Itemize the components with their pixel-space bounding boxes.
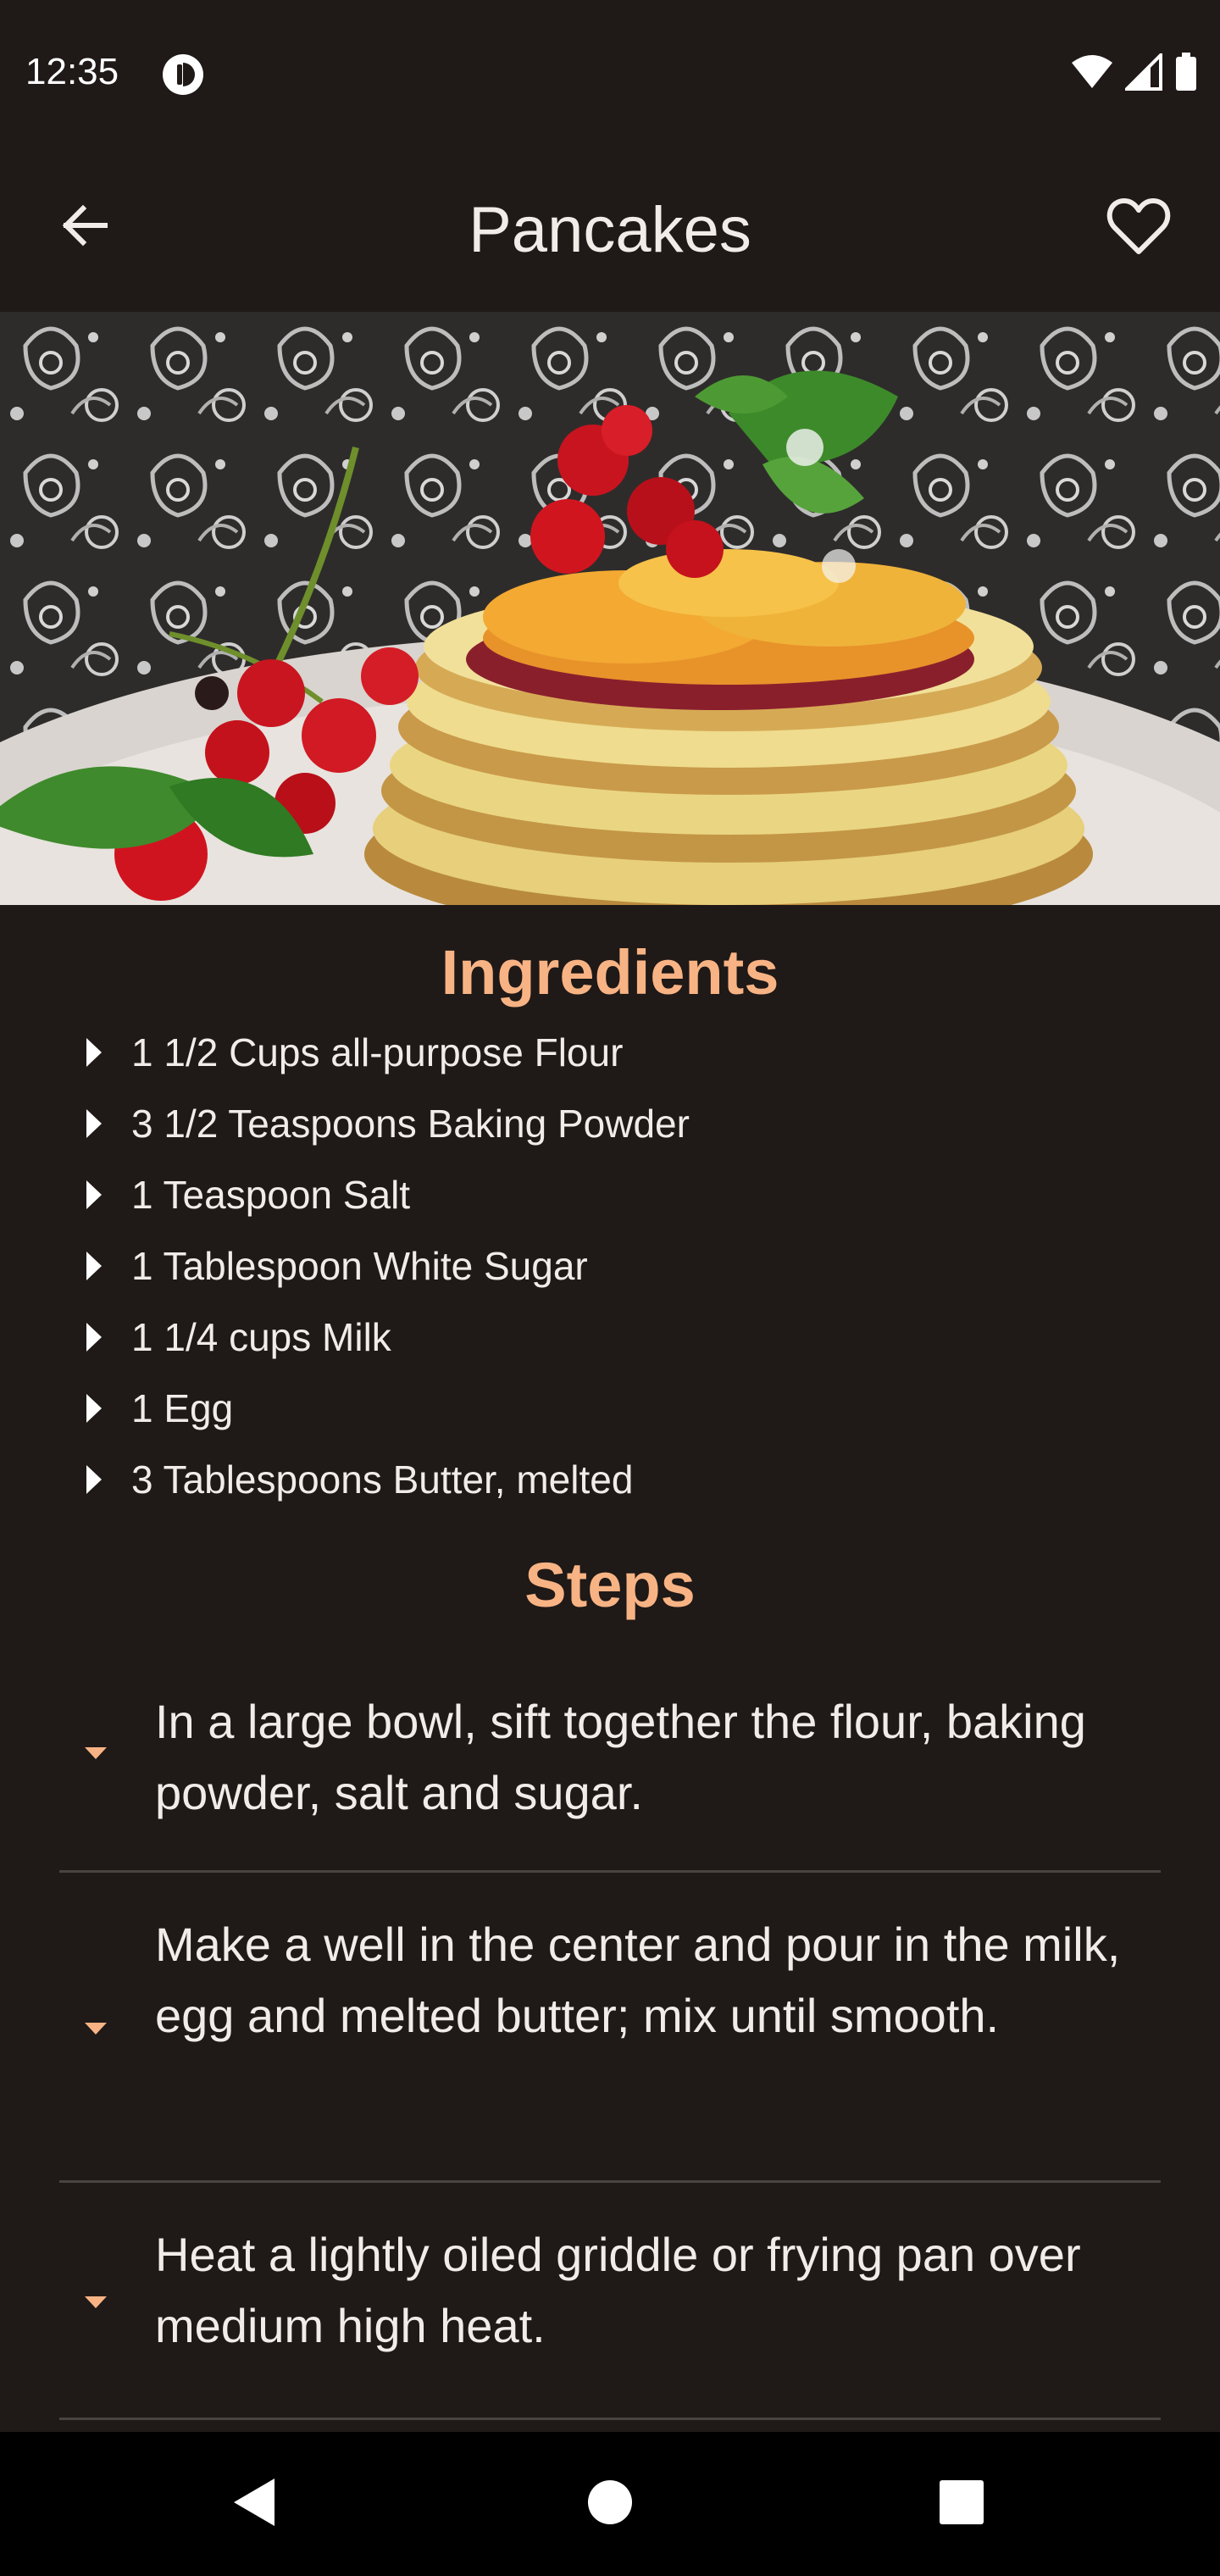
status-time: 12:35 (25, 51, 119, 92)
recipe-hero-image (0, 312, 1220, 905)
ingredient-item: 3 1/2 Teaspoons Baking Powder (0, 1088, 1220, 1159)
nav-back-button[interactable] (216, 2466, 292, 2542)
step-text: Heat a lightly oiled griddle or frying p… (155, 2228, 1081, 2352)
ingredient-text: 1 Egg (131, 1386, 234, 1430)
nav-home-button[interactable] (572, 2466, 648, 2542)
status-bar: 12:35 (0, 0, 1220, 144)
step-item[interactable]: Heat a lightly oiled griddle or frying p… (59, 2183, 1161, 2420)
step-text: In a large bowl, sift together the flour… (155, 1695, 1086, 1819)
step-item[interactable]: In a large bowl, sift together the flour… (59, 1651, 1161, 1873)
ingredient-item: 3 Tablespoons Butter, melted (0, 1444, 1220, 1515)
bullet-triangle-icon (86, 1180, 102, 1209)
bullet-triangle-icon (86, 1323, 102, 1352)
wifi-icon (1071, 54, 1113, 94)
nav-recents-icon (939, 2479, 984, 2529)
caret-down-icon (85, 2023, 107, 2035)
ingredient-item: 1 Egg (0, 1373, 1220, 1444)
bullet-triangle-icon (86, 1252, 102, 1280)
nav-home-icon (586, 2479, 634, 2530)
ingredient-text: 3 1/2 Teaspoons Baking Powder (131, 1102, 690, 1146)
bullet-triangle-icon (86, 1465, 102, 1494)
ingredient-item: 1 Teaspoon Salt (0, 1159, 1220, 1230)
ingredient-text: 1 Tablespoon White Sugar (131, 1244, 588, 1288)
ingredient-text: 1 Teaspoon Salt (131, 1173, 411, 1217)
bullet-triangle-icon (86, 1394, 102, 1423)
caret-down-icon (85, 1747, 107, 1759)
favorite-button[interactable] (1105, 195, 1173, 263)
ingredient-text: 1 1/4 cups Milk (131, 1315, 391, 1359)
ingredients-list: 1 1/2 Cups all-purpose Flour 3 1/2 Teasp… (0, 1017, 1220, 1515)
bullet-triangle-icon (86, 1038, 102, 1067)
ingredient-item: 1 1/2 Cups all-purpose Flour (0, 1017, 1220, 1088)
ingredient-text: 3 Tablespoons Butter, melted (131, 1457, 634, 1502)
ingredient-text: 1 1/2 Cups all-purpose Flour (131, 1030, 624, 1074)
step-text: Make a well in the center and pour in th… (155, 1918, 1121, 2042)
battery-icon (1174, 53, 1198, 96)
ingredient-item: 1 1/4 cups Milk (0, 1302, 1220, 1373)
ingredients-title: Ingredients (441, 937, 779, 1008)
bullet-triangle-icon (86, 1109, 102, 1138)
heart-outline-icon (1106, 197, 1171, 261)
steps-list: In a large bowl, sift together the flour… (59, 1651, 1161, 2420)
ingredient-item: 1 Tablespoon White Sugar (0, 1230, 1220, 1302)
system-nav-bar (0, 2432, 1220, 2576)
nav-back-icon (230, 2477, 278, 2532)
app-bar: Pancakes (0, 144, 1220, 314)
steps-title: Steps (524, 1550, 696, 1620)
caret-down-icon (85, 2296, 107, 2308)
page-title: Pancakes (469, 194, 751, 266)
nav-recents-button[interactable] (923, 2466, 1000, 2542)
step-item[interactable]: Make a well in the center and pour in th… (59, 1873, 1161, 2183)
cellular-signal-icon (1123, 51, 1162, 95)
app-notification-icon (161, 53, 205, 97)
